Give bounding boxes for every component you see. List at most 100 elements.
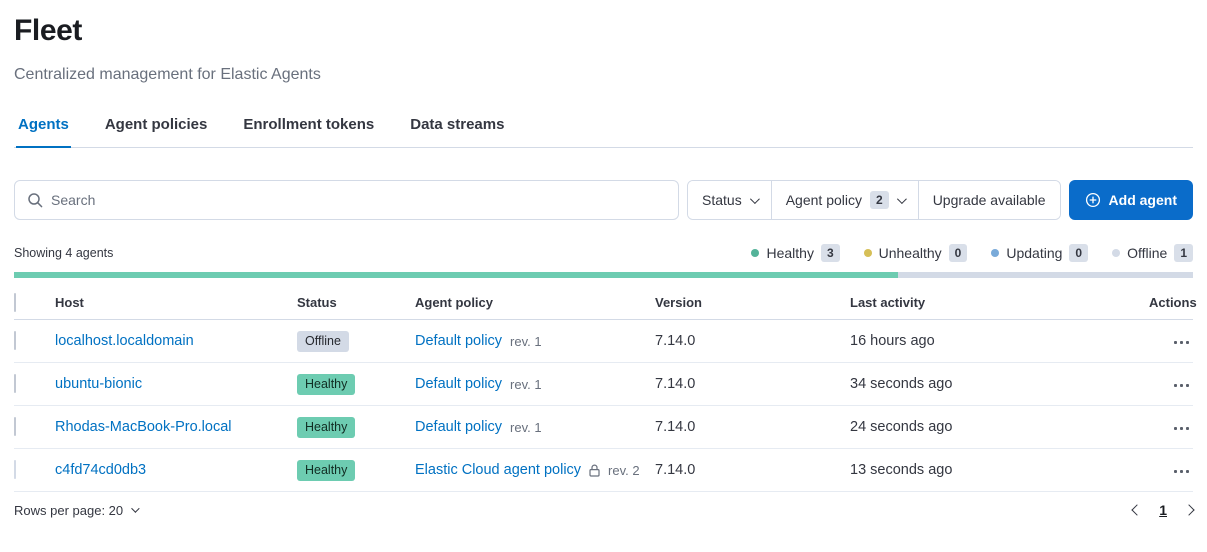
search-icon [27,192,43,208]
table-footer: Rows per page: 20 1 [14,502,1193,532]
legend-label: Offline [1127,245,1167,261]
agents-table: Host Status Agent policy Version Last ac… [14,286,1193,492]
fleet-page: Fleet Centralized management for Elastic… [0,0,1207,552]
legend-label: Updating [1006,245,1062,261]
pagination: 1 [1133,502,1193,518]
status-legend: Healthy 3 Unhealthy 0 Updating 0 Offline… [751,244,1193,262]
legend-item-healthy: Healthy 3 [751,244,839,262]
column-header-actions: Actions [1149,295,1193,310]
row-checkbox [14,460,16,479]
agent-policy-link[interactable]: Default policy [415,419,502,435]
host-link[interactable]: Rhodas-MacBook-Pro.local [55,419,232,435]
version-cell: 7.14.0 [655,376,850,392]
policy-revision: rev. 1 [510,420,542,435]
search-box[interactable] [14,180,679,220]
status-badge: Healthy [297,374,355,395]
tab-bar: Agents Agent policies Enrollment tokens … [14,106,1193,148]
version-cell: 7.14.0 [655,462,850,478]
search-input[interactable] [51,192,666,208]
row-checkbox[interactable] [14,331,16,350]
status-badge: Healthy [297,460,355,481]
agent-health-bar-fill [14,272,898,278]
next-page-button[interactable] [1183,504,1194,515]
upgrade-available-filter-button[interactable]: Upgrade available [919,181,1060,219]
version-cell: 7.14.0 [655,419,850,435]
tab-data-streams[interactable]: Data streams [408,106,506,148]
showing-agents-text: Showing 4 agents [14,246,113,260]
rows-per-page-selector[interactable]: Rows per page: 20 [14,503,137,518]
row-actions-button[interactable] [1170,421,1194,437]
column-header-status: Status [297,295,415,310]
policy-revision: rev. 1 [510,377,542,392]
row-checkbox[interactable] [14,374,16,393]
tab-agents[interactable]: Agents [16,106,71,148]
column-header-last-activity: Last activity [850,295,1149,310]
status-filter-label: Status [702,192,742,208]
toolbar: Status Agent policy 2 Upgrade available … [14,180,1193,220]
table-row: localhost.localdomain Offline Default po… [14,320,1193,363]
agent-policy-link[interactable]: Default policy [415,333,502,349]
plus-circle-icon [1085,192,1101,208]
row-actions-button[interactable] [1170,464,1194,480]
row-checkbox[interactable] [14,417,16,436]
host-link[interactable]: ubuntu-bionic [55,376,142,392]
table-row: ubuntu-bionic Healthy Default policy rev… [14,363,1193,406]
agent-policy-filter-button[interactable]: Agent policy 2 [772,181,919,219]
table-header-row: Host Status Agent policy Version Last ac… [14,286,1193,320]
status-badge: Healthy [297,417,355,438]
table-row: Rhodas-MacBook-Pro.local Healthy Default… [14,406,1193,449]
agent-policy-count-badge: 2 [870,191,889,209]
upgrade-available-label: Upgrade available [933,192,1046,208]
column-header-version: Version [655,295,850,310]
host-link[interactable]: c4fd74cd0db3 [55,462,146,478]
legend-count-badge: 0 [1069,244,1088,262]
page-header: Fleet Centralized management for Elastic… [0,0,1207,148]
page-subtitle: Centralized management for Elastic Agent… [14,64,1193,86]
last-activity-cell: 13 seconds ago [850,462,1149,478]
last-activity-cell: 16 hours ago [850,333,1149,349]
rows-per-page-label: Rows per page: 20 [14,503,123,518]
add-agent-label: Add agent [1109,192,1177,208]
last-activity-cell: 24 seconds ago [850,419,1149,435]
host-link[interactable]: localhost.localdomain [55,333,194,349]
page-title: Fleet [14,12,1193,50]
previous-page-button[interactable] [1132,504,1143,515]
add-agent-button[interactable]: Add agent [1069,180,1193,220]
page-number-1[interactable]: 1 [1159,502,1167,518]
version-cell: 7.14.0 [655,333,850,349]
chevron-down-icon [131,504,139,512]
last-activity-cell: 34 seconds ago [850,376,1149,392]
offline-dot-icon [1112,249,1120,257]
agent-policy-filter-label: Agent policy [786,192,862,208]
agent-policy-link[interactable]: Default policy [415,376,502,392]
legend-label: Healthy [766,245,813,261]
healthy-dot-icon [751,249,759,257]
select-all-checkbox[interactable] [14,293,16,312]
filter-group: Status Agent policy 2 Upgrade available [687,180,1061,220]
legend-count-badge: 0 [949,244,968,262]
updating-dot-icon [991,249,999,257]
column-header-agent-policy: Agent policy [415,295,655,310]
legend-count-badge: 3 [821,244,840,262]
tab-enrollment-tokens[interactable]: Enrollment tokens [241,106,376,148]
policy-revision: rev. 1 [510,334,542,349]
legend-item-offline: Offline 1 [1112,244,1193,262]
legend-label: Unhealthy [879,245,942,261]
unhealthy-dot-icon [864,249,872,257]
legend-item-unhealthy: Unhealthy 0 [864,244,968,262]
agent-health-bar [14,272,1193,278]
table-row: c4fd74cd0db3 Healthy Elastic Cloud agent… [14,449,1193,492]
tab-agent-policies[interactable]: Agent policies [103,106,210,148]
row-actions-button[interactable] [1170,335,1194,351]
chevron-down-icon [897,194,907,204]
status-badge: Offline [297,331,349,352]
summary-row: Showing 4 agents Healthy 3 Unhealthy 0 U… [14,244,1193,262]
status-filter-button[interactable]: Status [688,181,772,219]
row-actions-button[interactable] [1170,378,1194,394]
agent-policy-link[interactable]: Elastic Cloud agent policy [415,462,581,478]
lock-icon [589,464,600,477]
legend-count-badge: 1 [1174,244,1193,262]
legend-item-updating: Updating 0 [991,244,1088,262]
chevron-down-icon [750,194,760,204]
column-header-host: Host [55,295,297,310]
